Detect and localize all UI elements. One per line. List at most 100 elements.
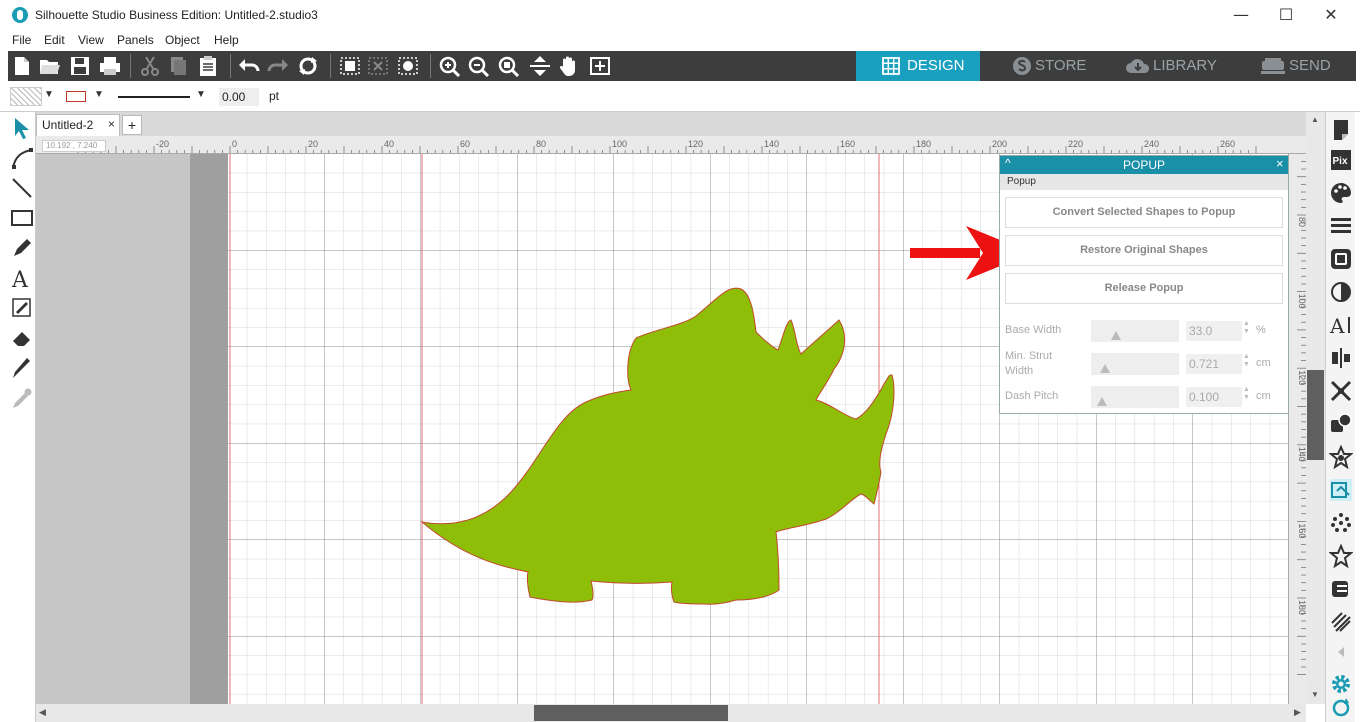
min-strut-width-slider[interactable] (1091, 353, 1179, 375)
restore-original-shapes-button[interactable]: Restore Original Shapes (1005, 235, 1283, 266)
base-width-input[interactable]: 33.0 (1186, 321, 1242, 341)
pan-hand-icon[interactable] (557, 55, 581, 77)
panel-collapse-icon[interactable] (1329, 640, 1353, 664)
close-window-button[interactable]: ✕ (1308, 4, 1354, 26)
ungroup-icon[interactable] (366, 55, 390, 77)
dash-pitch-input[interactable]: 0.100 (1186, 387, 1242, 407)
zoom-selection-icon[interactable] (497, 55, 521, 77)
chevron-down-icon[interactable]: ▼ (196, 89, 206, 100)
modify-star-icon[interactable] (1329, 445, 1353, 469)
pixscan-icon[interactable]: Pix (1329, 148, 1353, 172)
spinner-arrows-icon[interactable]: ▲ ▼ (1243, 320, 1250, 336)
knife-tool-icon[interactable] (10, 356, 34, 380)
line-width-unit: pt (269, 89, 280, 103)
menu-view[interactable]: View (78, 33, 104, 47)
horizontal-ruler: -20 0 20 40 60 80 100 120 140 160 180 200 220 240 260 (36, 136, 1306, 154)
eyedropper-icon[interactable] (10, 386, 34, 410)
zoom-out-icon[interactable] (467, 55, 491, 77)
cut-icon[interactable] (138, 55, 162, 77)
point-edit-icon[interactable] (10, 146, 34, 170)
gear-icon[interactable] (1329, 672, 1353, 696)
sketch-icon[interactable] (1329, 610, 1353, 634)
sync-icon[interactable] (1329, 696, 1353, 720)
line-color-swatch[interactable] (66, 91, 86, 102)
scroll-left-icon[interactable]: ◀ (39, 707, 46, 718)
select-arrow-icon[interactable] (10, 116, 34, 140)
copy-icon[interactable] (166, 55, 190, 77)
scroll-up-icon[interactable]: ▲ (1311, 115, 1319, 124)
line-width-input[interactable]: 0.00 (219, 88, 259, 106)
star-outline-icon[interactable] (1329, 544, 1353, 568)
scroll-down-icon[interactable]: ▼ (1311, 690, 1319, 699)
line-style-preview[interactable] (118, 96, 190, 98)
text-style-icon[interactable]: A (1329, 313, 1353, 337)
print-icon[interactable] (98, 55, 122, 77)
dash-pitch-slider[interactable] (1091, 386, 1179, 408)
menu-file[interactable]: File (12, 33, 31, 47)
popup-section-label: Popup (1007, 176, 1036, 187)
line-style-icon[interactable] (1329, 214, 1353, 238)
menu-edit[interactable]: Edit (44, 33, 65, 47)
convert-to-popup-button[interactable]: Convert Selected Shapes to Popup (1005, 197, 1283, 228)
maximize-button[interactable]: ☐ (1263, 4, 1309, 26)
eraser-icon[interactable] (10, 326, 34, 350)
close-tab-icon[interactable]: × (108, 117, 115, 131)
add-page-icon[interactable] (588, 55, 612, 77)
spinner-arrows-icon[interactable]: ▲ ▼ (1243, 386, 1250, 402)
transform-icon[interactable] (1329, 379, 1353, 403)
chevron-down-icon[interactable]: ▼ (94, 89, 104, 100)
zoom-in-icon[interactable] (438, 55, 462, 77)
tab-send[interactable]: SEND (1234, 51, 1356, 81)
minimize-button[interactable]: — (1218, 4, 1264, 26)
scroll-thumb[interactable] (1307, 370, 1324, 460)
page-shadow (190, 154, 228, 704)
paste-icon[interactable] (196, 55, 220, 77)
transparency-icon[interactable] (1329, 280, 1353, 304)
chevron-down-icon[interactable]: ▼ (44, 89, 54, 100)
spinner-arrows-icon[interactable]: ▲ ▼ (1243, 353, 1250, 369)
eraser-panel-icon[interactable] (10, 296, 34, 320)
rhinestone-icon[interactable] (1329, 511, 1353, 535)
slider-thumb[interactable] (1097, 397, 1108, 406)
slider-thumb[interactable] (1100, 364, 1111, 373)
page-setup-icon[interactable] (1329, 118, 1353, 142)
close-panel-icon[interactable]: × (1276, 156, 1284, 171)
document-tab[interactable]: Untitled-2 × (36, 114, 120, 136)
tab-library[interactable]: LIBRARY (1104, 51, 1234, 81)
scroll-right-icon[interactable]: ▶ (1294, 707, 1301, 718)
offset-icon[interactable] (1329, 247, 1353, 271)
fill-color-palette-icon[interactable] (1329, 181, 1353, 205)
add-tab-button[interactable]: + (122, 115, 142, 135)
menu-object[interactable]: Object (165, 33, 200, 47)
replicate-icon[interactable] (1329, 412, 1353, 436)
undo-icon[interactable] (237, 55, 261, 77)
fill-pattern-swatch[interactable] (10, 87, 42, 106)
menu-panels[interactable]: Panels (117, 33, 154, 47)
base-width-slider[interactable] (1091, 320, 1179, 342)
min-strut-width-input[interactable]: 0.721 (1186, 354, 1242, 374)
tab-design[interactable]: DESIGN (856, 51, 980, 81)
toolbar-separator (330, 54, 331, 78)
group-icon[interactable] (338, 55, 362, 77)
redo-icon[interactable] (266, 55, 290, 77)
slider-thumb[interactable] (1110, 331, 1121, 340)
open-folder-icon[interactable] (38, 55, 62, 77)
pencil-tool-icon[interactable] (10, 236, 34, 260)
tab-store[interactable]: STORE (982, 51, 1104, 81)
fit-to-page-icon[interactable] (528, 55, 552, 77)
fill-palette-icon[interactable] (396, 55, 420, 77)
scroll-thumb[interactable] (534, 705, 728, 721)
horizontal-scrollbar[interactable]: ◀ ▶ (36, 704, 1306, 722)
popup-panel-icon[interactable] (1329, 478, 1353, 502)
new-file-icon[interactable] (10, 55, 34, 77)
redraw-icon[interactable] (296, 55, 320, 77)
save-icon[interactable] (68, 55, 92, 77)
vertical-scrollbar[interactable]: ▲ ▼ (1306, 112, 1325, 704)
align-icon[interactable] (1329, 346, 1353, 370)
nesting-icon[interactable] (1329, 577, 1353, 601)
rectangle-tool-icon[interactable] (10, 206, 34, 230)
release-popup-button[interactable]: Release Popup (1005, 273, 1283, 304)
text-tool-icon[interactable]: A (10, 266, 34, 290)
menu-help[interactable]: Help (214, 33, 239, 47)
line-tool-icon[interactable] (10, 176, 34, 200)
